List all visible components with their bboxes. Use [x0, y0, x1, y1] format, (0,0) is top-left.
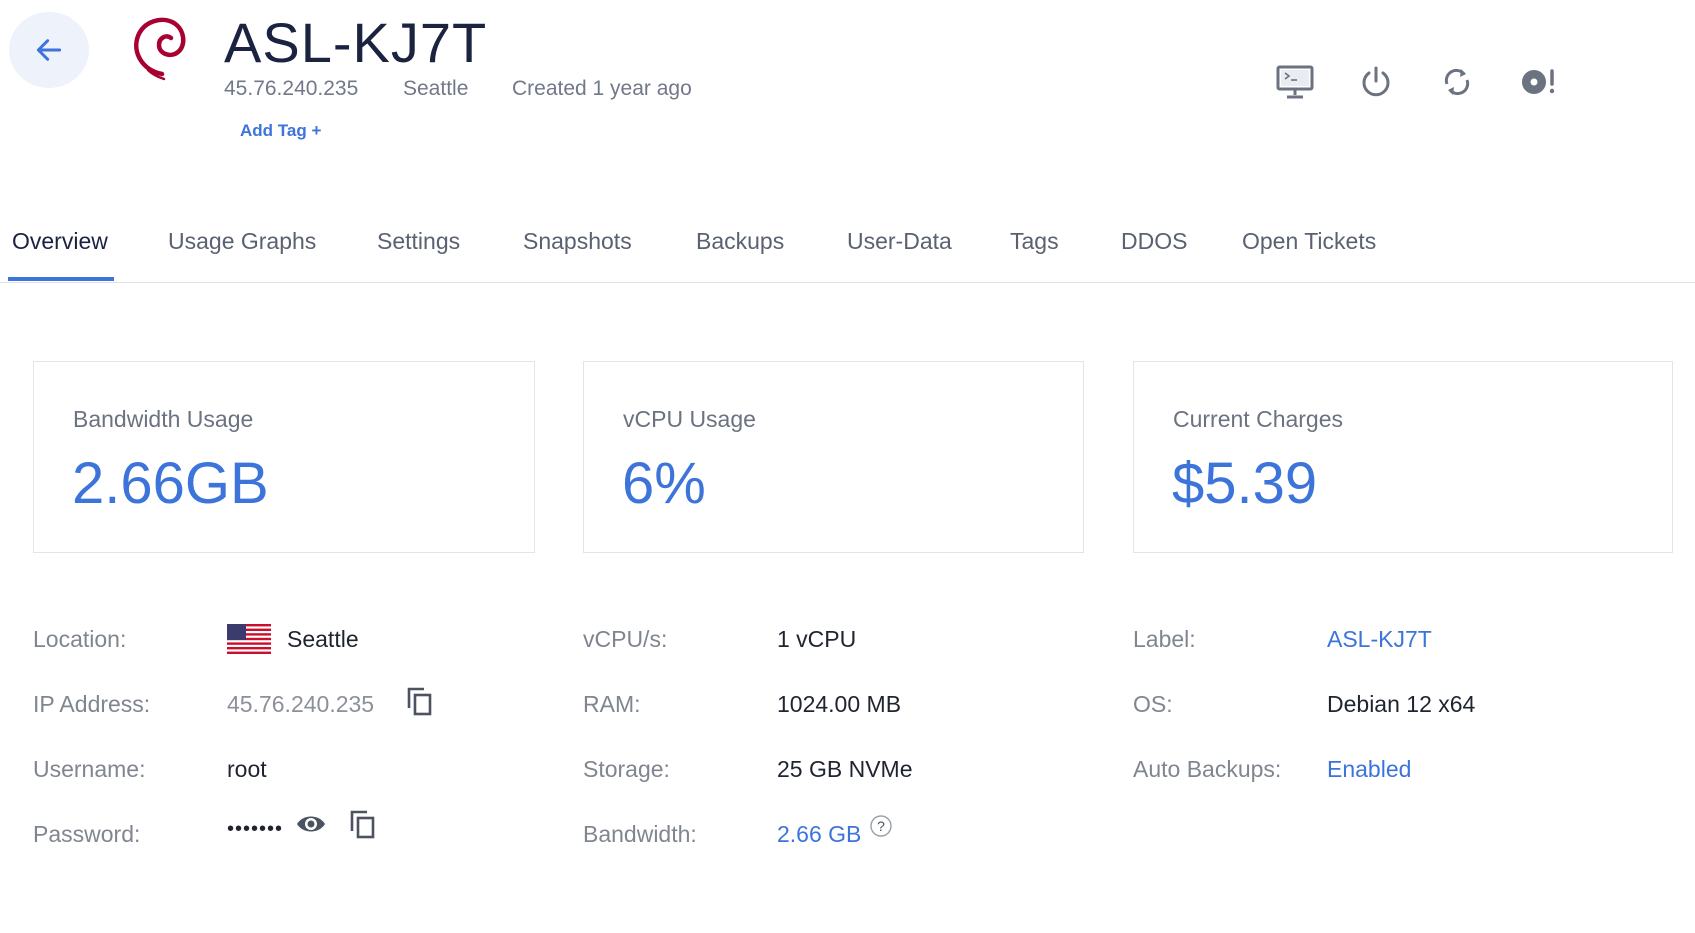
- active-tab-indicator: [8, 277, 114, 281]
- password-value: •••••••: [227, 818, 284, 840]
- card-label: vCPU Usage: [623, 406, 756, 432]
- os-value: Debian 12 x64: [1327, 691, 1476, 717]
- console-icon: [1276, 65, 1314, 99]
- back-button[interactable]: [9, 12, 89, 88]
- card-value: $5.39: [1172, 451, 1318, 516]
- tab-ddos[interactable]: DDOS: [1121, 228, 1187, 255]
- location-label: Location:: [33, 626, 127, 652]
- ip-address-value: 45.76.240.235: [227, 691, 375, 717]
- reinstall-button[interactable]: [1516, 60, 1560, 104]
- server-title: ASL-KJ7T: [224, 11, 488, 74]
- card-value: 6%: [622, 451, 706, 516]
- username-value: root: [227, 756, 267, 782]
- username-label: Username:: [33, 756, 146, 782]
- power-button[interactable]: [1354, 60, 1398, 104]
- power-icon: [1362, 66, 1390, 97]
- storage-label: Storage:: [583, 756, 670, 782]
- tab-tags[interactable]: Tags: [1010, 228, 1059, 255]
- storage-value: 25 GB NVMe: [777, 756, 913, 782]
- tab-snapshots[interactable]: Snapshots: [523, 228, 632, 255]
- card-value: 2.66GB: [72, 451, 269, 516]
- tab-backups[interactable]: Backups: [696, 228, 784, 255]
- ram-value: 1024.00 MB: [777, 691, 902, 717]
- password-label: Password:: [33, 821, 141, 847]
- vcpu-label: vCPU/s:: [583, 626, 668, 652]
- bandwidth-value-link[interactable]: 2.66 GB: [777, 821, 861, 848]
- debian-logo: [134, 17, 186, 81]
- copy-password-icon[interactable]: [348, 809, 378, 841]
- arrow-left-icon: [36, 39, 62, 61]
- ram-label: RAM:: [583, 691, 641, 717]
- copy-ip-icon[interactable]: [405, 686, 435, 718]
- current-charges-card: Current Charges $5.39: [1133, 361, 1673, 553]
- tab-user-data[interactable]: User-Data: [847, 228, 952, 255]
- server-ip: 45.76.240.235: [224, 77, 359, 100]
- restart-button[interactable]: [1435, 60, 1479, 104]
- reinstall-icon: [1522, 69, 1555, 94]
- server-created: Created 1 year ago: [512, 77, 692, 100]
- show-password-icon[interactable]: [295, 812, 327, 836]
- card-label: Bandwidth Usage: [73, 406, 254, 432]
- tab-settings[interactable]: Settings: [377, 228, 460, 255]
- add-tag-link[interactable]: Add Tag +: [240, 121, 321, 141]
- help-icon[interactable]: ?: [869, 814, 893, 838]
- console-button[interactable]: [1273, 60, 1317, 104]
- bandwidth-usage-card: Bandwidth Usage 2.66GB: [33, 361, 535, 553]
- svg-text:?: ?: [877, 818, 885, 834]
- auto-backups-label: Auto Backups:: [1133, 756, 1282, 782]
- label-value-link[interactable]: ASL-KJ7T: [1327, 626, 1432, 653]
- restart-icon: [1444, 68, 1470, 96]
- tab-bar: Overview Usage Graphs Settings Snapshots…: [0, 222, 1695, 283]
- label-label: Label:: [1133, 626, 1196, 652]
- tab-usage-graphs[interactable]: Usage Graphs: [168, 228, 316, 255]
- auto-backups-value-link[interactable]: Enabled: [1327, 756, 1411, 783]
- server-location: Seattle: [403, 77, 469, 100]
- us-flag-icon: [227, 624, 271, 654]
- bandwidth-label: Bandwidth:: [583, 821, 697, 847]
- card-label: Current Charges: [1173, 406, 1344, 432]
- tab-open-tickets[interactable]: Open Tickets: [1242, 228, 1376, 255]
- location-value: Seattle: [287, 626, 359, 652]
- vcpu-usage-card: vCPU Usage 6%: [583, 361, 1084, 553]
- tab-overview[interactable]: Overview: [12, 228, 108, 255]
- vcpu-value: 1 vCPU: [777, 626, 857, 652]
- ip-address-label: IP Address:: [33, 691, 151, 717]
- os-label: OS:: [1133, 691, 1173, 717]
